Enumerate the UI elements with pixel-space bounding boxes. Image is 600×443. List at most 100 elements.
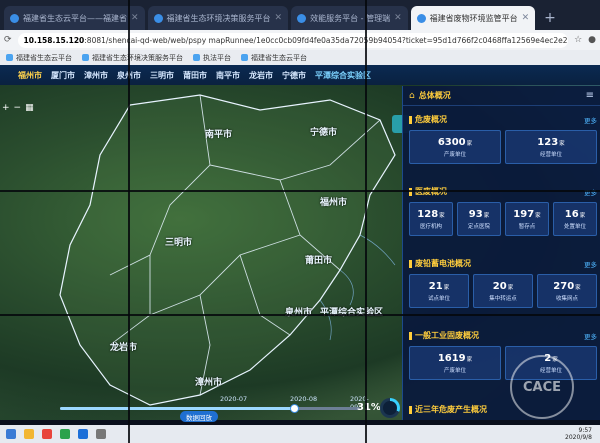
browser-tab-active[interactable]: 福建省废物环境监管平台 ✕ <box>410 6 536 30</box>
section-hazardous-waste: 危废概况 更多 6300家 产废单位 123家 经营单位 <box>409 114 597 164</box>
city-tab-nanping[interactable]: 南平市 <box>216 70 240 81</box>
tab-label: 福建省生态环境决策服务平台 <box>166 13 271 23</box>
start-icon[interactable] <box>6 429 16 439</box>
tab-close-icon[interactable]: ✕ <box>522 13 530 23</box>
new-tab-icon[interactable]: + <box>538 10 562 30</box>
section-title: 废铅蓄电池概况 <box>415 259 471 268</box>
stat-label: 产废单位 <box>443 151 466 158</box>
menu-icon[interactable]: ≡ <box>586 90 594 101</box>
stat-card[interactable]: 93家 定点医院 <box>457 202 501 236</box>
profile-icon[interactable]: ● <box>588 35 596 45</box>
bookmark-icon <box>82 54 89 61</box>
bookmark-bar: 福建省生态云平台 福建省生态环境决策服务平台 执法平台 福建省生态云平台 <box>0 50 600 65</box>
more-link[interactable]: 更多 <box>584 115 597 125</box>
stat-cards: 6300家 产废单位 123家 经营单位 <box>409 130 597 164</box>
section-title: 近三年危废产生概况 <box>415 405 487 414</box>
data-playback-button[interactable]: 数据回放 <box>180 411 218 422</box>
timeline-handle[interactable] <box>289 404 299 413</box>
timeline-slider[interactable]: 2020-07 2020-08 2020-09 数据回放 <box>60 395 370 422</box>
city-tab-sanming[interactable]: 三明市 <box>150 70 174 81</box>
map-label-ningde: 宁德市 <box>310 128 338 138</box>
folder-icon[interactable] <box>24 429 34 439</box>
timeline-track[interactable] <box>60 404 360 413</box>
stat-label: 试点单位 <box>427 295 450 302</box>
tab-favicon-icon <box>153 13 163 23</box>
stat-value: 93 <box>468 208 483 220</box>
city-tab-zhangzhou[interactable]: 漳州市 <box>84 70 108 81</box>
screen: 福建省生态云平台——福建省 ✕ 福建省生态环境决策服务平台 ✕ 效能服务平台 - 管… <box>0 0 600 443</box>
city-tab-ningde[interactable]: 宁德市 <box>282 70 306 81</box>
browser-tab[interactable]: 福建省生态云平台——福建省 ✕ <box>4 6 145 30</box>
section-three-year-trend: 近三年危废产生概况 <box>409 404 597 415</box>
tab-close-icon[interactable]: ✕ <box>394 13 402 23</box>
map-label-quanzhou: 泉州市 <box>285 308 313 318</box>
map-label-fuzhou: 福州市 <box>320 198 348 208</box>
reload-icon[interactable]: ⟳ <box>4 35 12 45</box>
timeline-label-start: 2020-07 <box>220 395 248 403</box>
city-tab-pingtan[interactable]: 平潭综合实验区 <box>315 70 371 81</box>
stat-card[interactable]: 16家处置单位 <box>553 202 597 236</box>
more-link[interactable]: 更多 <box>584 259 597 269</box>
bookmark-item[interactable]: 福建省生态云平台 <box>6 53 72 63</box>
bookmark-item[interactable]: 执法平台 <box>193 53 231 63</box>
bookmark-label: 福建省生态云平台 <box>16 53 72 62</box>
stat-unit: 家 <box>559 140 565 147</box>
section-title: 一般工业固废概况 <box>415 331 479 340</box>
stat-value: 128 <box>417 208 439 220</box>
map-label-pingtan: 平潭综合实验区 <box>320 308 384 318</box>
bezel-seam <box>0 314 600 316</box>
stat-unit: 家 <box>579 212 586 219</box>
zoom-out-icon[interactable]: − <box>14 103 22 113</box>
stat-label: 收集网点 <box>555 295 578 302</box>
stat-label: 定点医院 <box>467 223 490 230</box>
zoom-in-icon[interactable]: + <box>2 103 10 113</box>
stat-label: 处置单位 <box>563 223 586 230</box>
app-icon[interactable] <box>78 429 88 439</box>
url-field[interactable]: 10.158.15.120:8081/shencai-qd-web/web/ps… <box>17 32 569 48</box>
tab-label: 效能服务平台 - 管理端 <box>310 13 391 23</box>
browser-icon[interactable] <box>42 429 52 439</box>
layers-icon[interactable]: ▦ <box>25 103 34 113</box>
stat-card[interactable]: 21家 试点单位 <box>409 274 469 308</box>
url-path: :8081/shencai-qd-web/web/pspy mapRunnee/… <box>84 35 568 45</box>
bookmark-label: 执法平台 <box>203 53 231 62</box>
city-tab-longyan[interactable]: 龙岩市 <box>249 70 273 81</box>
stat-unit: 家 <box>439 212 445 219</box>
city-tab-fuzhou[interactable]: 福州市 <box>18 70 42 81</box>
system-clock[interactable]: 9:57 2020/9/8 <box>565 427 600 441</box>
browser-tab-strip: 福建省生态云平台——福建省 ✕ 福建省生态环境决策服务平台 ✕ 效能服务平台 - 管… <box>0 0 600 30</box>
tab-close-icon[interactable]: ✕ <box>275 13 283 23</box>
home-icon[interactable]: ⌂ <box>409 91 415 101</box>
bookmark-item[interactable]: 福建省生态云平台 <box>241 53 307 63</box>
stat-card[interactable]: 20家 集中转运点 <box>473 274 533 308</box>
tab-label: 福建省生态云平台——福建省 <box>23 13 127 23</box>
stat-card[interactable]: 123家 经营单位 <box>505 130 597 164</box>
tab-favicon-icon <box>10 13 19 23</box>
bookmark-item[interactable]: 福建省生态环境决策服务平台 <box>82 53 183 63</box>
map-label-nanping: 南平市 <box>205 130 233 140</box>
stat-cards: 128家 医疗机构 93家 定点医院 197家 暂存点 16家 处置单位 <box>409 202 597 236</box>
app-icon[interactable] <box>60 429 70 439</box>
tab-close-icon[interactable]: ✕ <box>131 13 139 23</box>
app-icon[interactable] <box>96 429 106 439</box>
star-icon[interactable]: ☆ <box>574 35 582 45</box>
clock-time: 9:57 <box>578 427 592 434</box>
stat-unit: 家 <box>443 284 450 291</box>
stat-label: 暂存点 <box>518 223 536 230</box>
bezel-seam <box>128 0 130 443</box>
city-tab-xiamen[interactable]: 厦门市 <box>51 70 75 81</box>
tab-favicon-icon <box>297 13 307 23</box>
stat-card[interactable]: 1619家 产废单位 <box>409 346 501 380</box>
stat-value: 16 <box>564 208 579 220</box>
stat-card[interactable]: 128家 医疗机构 <box>409 202 453 236</box>
stat-card[interactable]: 270家 收集网点 <box>537 274 597 308</box>
stat-card[interactable]: 6300家 产废单位 <box>409 130 501 164</box>
progress-ring <box>380 398 400 418</box>
browser-tab[interactable]: 福建省生态环境决策服务平台 ✕ <box>147 6 289 30</box>
browser-tab[interactable]: 效能服务平台 - 管理端 ✕ <box>291 6 408 30</box>
map-label-longyan: 龙岩市 <box>110 343 138 353</box>
city-tab-putian[interactable]: 莆田市 <box>183 70 207 81</box>
bookmark-icon <box>6 54 13 61</box>
more-link[interactable]: 更多 <box>584 331 597 341</box>
stat-card[interactable]: 197家 暂存点 <box>505 202 549 236</box>
